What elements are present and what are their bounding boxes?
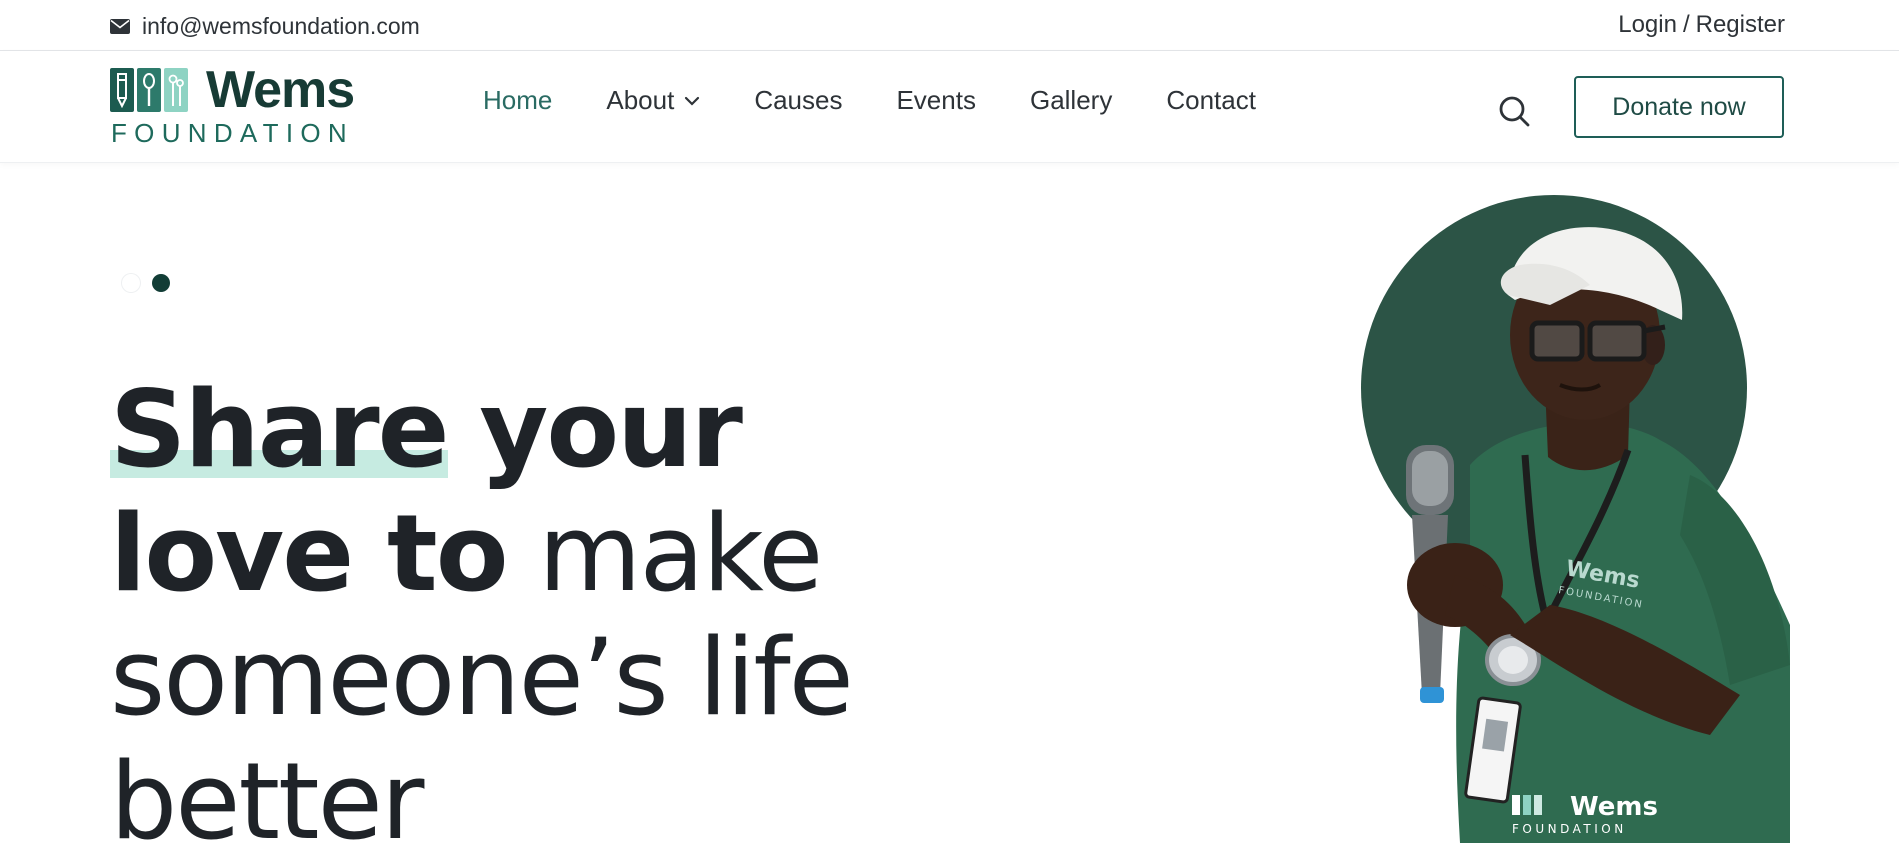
logo-wordmark: Wems [206,61,355,119]
hero-headline: Share your love to make someone’s life b… [110,368,1010,864]
headline-love-to: love to [110,492,509,615]
nav-home-label: Home [483,85,553,115]
slider-dots [122,274,170,292]
email-text[interactable]: info@wemsfoundation.com [142,13,420,40]
site-logo[interactable]: Wems FOUNDATION [110,61,370,148]
headline-line-3: someone’s life [110,616,854,739]
headline-word-your: your [479,368,743,491]
hero-person-image: Wems FOUNDATION Wems FOUNDATION [1361,195,1790,843]
logo-brush-icon [137,68,161,112]
auth-separator: / [1682,11,1690,38]
headline-line-2: love to make [110,492,1010,616]
chevron-down-icon [685,96,700,106]
logo-people-icon [164,68,188,112]
mail-icon [110,19,130,34]
nav-about-label: About [606,85,675,115]
nav-item-causes[interactable]: Causes [754,85,842,116]
register-link[interactable]: Register [1696,11,1785,38]
nav-events-label: Events [896,85,976,115]
donate-button[interactable]: Donate now [1574,76,1784,138]
logo-mark [110,68,188,112]
headline-line-4: better [110,740,424,863]
top-bar: info@wemsfoundation.com Login / Register [0,0,1899,51]
headline-highlight: Share [110,368,450,491]
nav-item-home[interactable]: Home [483,85,552,116]
headline-line-1: Share your [110,368,1010,492]
watermark-logo-sub: FOUNDATION [1512,822,1627,836]
contact-email[interactable]: info@wemsfoundation.com [110,13,420,40]
watermark-logo: Wems [1570,792,1658,822]
logo-pencil-icon [110,68,134,112]
slider-dot-1[interactable] [122,274,140,292]
nav-menu: Home About Causes Events Gallery Contact [483,85,1310,116]
headline-make: make [538,492,823,615]
nav-item-gallery[interactable]: Gallery [1030,85,1112,116]
nav-item-contact[interactable]: Contact [1166,85,1256,116]
nav-contact-label: Contact [1166,85,1256,115]
search-icon[interactable] [1498,95,1530,127]
nav-gallery-label: Gallery [1029,85,1113,115]
auth-links: Login / Register [1618,11,1785,39]
nav-causes-label: Causes [754,85,843,115]
nav-item-events[interactable]: Events [896,85,976,116]
main-navbar: Wems FOUNDATION Home About Causes Events… [0,51,1899,163]
slider-dot-2[interactable] [152,274,170,292]
logo-subline: FOUNDATION [111,118,354,148]
login-link[interactable]: Login [1618,11,1677,38]
nav-item-about[interactable]: About [606,85,700,116]
